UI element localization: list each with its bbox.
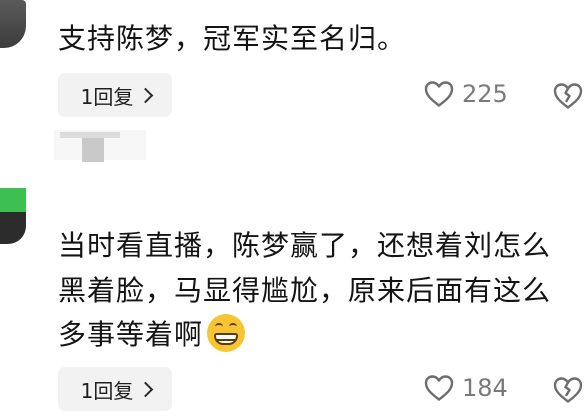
avatar[interactable]: [0, 188, 26, 244]
like-count: 225: [462, 80, 508, 108]
avatar[interactable]: [0, 0, 26, 48]
broken-heart-outline-icon: [553, 377, 583, 403]
grinning-face-emoji-icon: [207, 314, 246, 352]
comment-text-line-2: 黑着脸，马显得尴尬，原来后面有这么: [58, 274, 552, 307]
blurred-sticker: [54, 130, 146, 162]
comment-text-line-3: 多事等着啊: [58, 314, 246, 356]
chevron-right-icon: [138, 381, 154, 398]
dislike-button[interactable]: [553, 376, 587, 404]
reply-label: 1回复: [80, 84, 134, 109]
reply-button[interactable]: 1回复: [58, 367, 172, 411]
comment-text-span: 多事等着啊: [58, 318, 204, 351]
dislike-button[interactable]: [553, 82, 587, 110]
comment-text: 支持陈梦，冠军实至名归。: [58, 22, 407, 55]
heart-outline-icon: [424, 375, 454, 401]
chevron-right-icon: [138, 87, 154, 104]
like-button[interactable]: 225: [424, 80, 508, 108]
broken-heart-outline-icon: [553, 83, 583, 109]
like-count: 184: [462, 374, 508, 402]
reply-button[interactable]: 1回复: [58, 73, 172, 117]
heart-outline-icon: [424, 81, 454, 107]
comment-feed: 支持陈梦，冠军实至名归。 1回复 225 当时看直播，陈梦赢了，还想着刘怎么 黑…: [0, 0, 587, 419]
comment-text-line-1: 当时看直播，陈梦赢了，还想着刘怎么: [58, 229, 552, 262]
like-button[interactable]: 184: [424, 374, 508, 402]
reply-label: 1回复: [80, 378, 134, 403]
